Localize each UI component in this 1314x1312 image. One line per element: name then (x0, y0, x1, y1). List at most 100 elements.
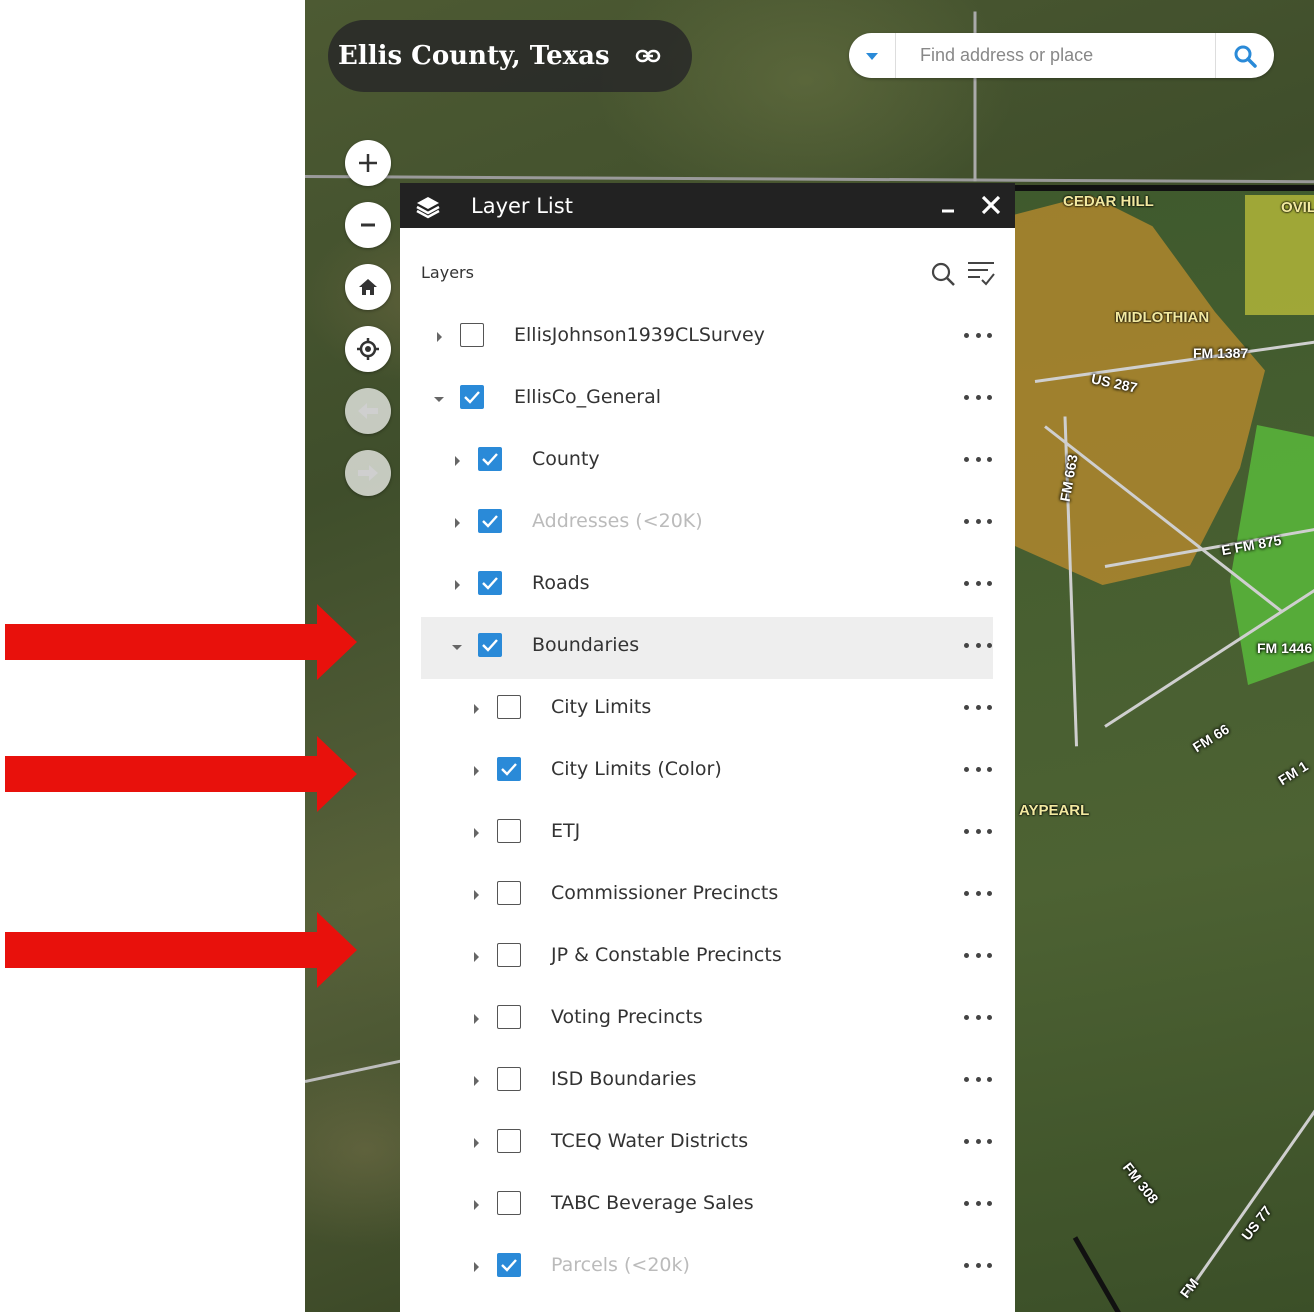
layer-label: TABC Beverage Sales (551, 1192, 754, 1214)
caret-right-icon[interactable] (431, 329, 447, 345)
search-input[interactable] (896, 34, 1215, 77)
layer-row[interactable]: Voting Precincts (421, 989, 993, 1051)
zoom-out-button[interactable] (345, 202, 391, 248)
caret-right-icon[interactable] (449, 515, 465, 531)
layer-visibility-checkbox[interactable] (497, 1067, 521, 1091)
search-source-dropdown[interactable] (849, 33, 896, 78)
layer-row[interactable]: TABC Beverage Sales (421, 1175, 993, 1237)
layer-visibility-checkbox[interactable] (497, 1129, 521, 1153)
caret-right-icon[interactable] (468, 1197, 484, 1213)
more-icon[interactable] (964, 325, 992, 345)
more-icon[interactable] (964, 759, 992, 779)
layer-label: JP & Constable Precincts (551, 944, 782, 966)
more-icon[interactable] (964, 1007, 992, 1027)
search-icon (931, 262, 955, 286)
caret-down-icon[interactable] (431, 391, 447, 407)
layer-row[interactable]: Roads (421, 555, 993, 617)
app-title: Ellis County, Texas (338, 41, 610, 71)
more-icon[interactable] (964, 1069, 992, 1089)
search-button[interactable] (1215, 33, 1274, 78)
layer-visibility-checkbox[interactable] (478, 571, 502, 595)
layer-visibility-checkbox[interactable] (478, 509, 502, 533)
next-extent-button[interactable] (345, 450, 391, 496)
layer-row[interactable]: EllisCo_General (421, 369, 993, 431)
layer-row[interactable]: TCEQ Water Districts (421, 1113, 993, 1175)
layer-list-title: Layer List (471, 193, 573, 218)
more-icon[interactable] (964, 573, 992, 593)
layer-label: ISD Boundaries (551, 1068, 697, 1090)
layer-visibility-checkbox[interactable] (460, 385, 484, 409)
minimize-button[interactable] (937, 193, 959, 217)
layer-list-header: Layer List (400, 183, 1015, 228)
zoom-in-button[interactable] (345, 140, 391, 186)
layer-visibility-checkbox[interactable] (497, 881, 521, 905)
layer-visibility-checkbox[interactable] (478, 447, 502, 471)
more-icon[interactable] (964, 883, 992, 903)
caret-right-icon[interactable] (468, 949, 484, 965)
layer-row[interactable]: Addresses (<20K) (421, 493, 993, 555)
caret-right-icon[interactable] (468, 825, 484, 841)
layer-row[interactable]: City Limits (421, 679, 993, 741)
caret-right-icon[interactable] (468, 763, 484, 779)
layer-row[interactable]: Boundaries (421, 617, 993, 679)
more-icon[interactable] (964, 449, 992, 469)
link-icon[interactable] (634, 42, 662, 70)
layer-label: TCEQ Water Districts (551, 1130, 749, 1152)
layer-visibility-checkbox[interactable] (478, 633, 502, 657)
layer-search-button[interactable] (930, 261, 956, 291)
map-label-midlothian: MIDLOTHIAN (1115, 309, 1210, 326)
caret-down-icon[interactable] (449, 639, 465, 655)
layer-row[interactable]: JP & Constable Precincts (421, 927, 993, 989)
map-label-fm308: FM 308 (1119, 1159, 1162, 1207)
caret-right-icon[interactable] (449, 453, 465, 469)
more-icon[interactable] (964, 1255, 992, 1275)
caret-right-icon[interactable] (468, 1259, 484, 1275)
more-icon[interactable] (964, 511, 992, 531)
more-icon[interactable] (964, 1193, 992, 1213)
filter-icon (968, 262, 995, 286)
home-icon (359, 279, 377, 295)
close-button[interactable] (978, 192, 1004, 218)
layer-visibility-checkbox[interactable] (497, 1253, 521, 1277)
more-icon[interactable] (964, 387, 992, 407)
map-road (305, 1059, 404, 1083)
more-icon[interactable] (964, 1131, 992, 1151)
layer-label: Parcels (<20k) (551, 1254, 690, 1276)
layer-visibility-checkbox[interactable] (497, 1191, 521, 1215)
layer-visibility-checkbox[interactable] (497, 695, 521, 719)
layer-label: City Limits (551, 696, 652, 718)
plus-icon (359, 154, 377, 172)
layer-row[interactable]: County (421, 431, 993, 493)
layer-visibility-checkbox[interactable] (497, 819, 521, 843)
more-icon[interactable] (964, 821, 992, 841)
layer-row[interactable]: Parcels (<20k) (421, 1237, 993, 1299)
layer-options-button[interactable] (966, 259, 996, 291)
caret-right-icon[interactable] (468, 887, 484, 903)
layer-list-panel: Layer List Layers EllisJohnson1939CLSurv… (400, 183, 1015, 1312)
map-label-fm1387: FM 1387 (1193, 345, 1249, 361)
layer-row[interactable]: EllisJohnson1939CLSurvey (421, 307, 993, 369)
layer-row[interactable]: Commissioner Precincts (421, 865, 993, 927)
layer-row[interactable]: City Limits (Color) (421, 741, 993, 803)
more-icon[interactable] (964, 697, 992, 717)
previous-extent-button[interactable] (345, 388, 391, 434)
layer-visibility-checkbox[interactable] (497, 757, 521, 781)
caret-right-icon[interactable] (468, 1073, 484, 1089)
more-icon[interactable] (964, 635, 992, 655)
layer-visibility-checkbox[interactable] (460, 323, 484, 347)
home-button[interactable] (345, 264, 391, 310)
layer-row[interactable]: ETJ (421, 803, 993, 865)
more-icon[interactable] (964, 945, 992, 965)
layer-visibility-checkbox[interactable] (497, 943, 521, 967)
layer-row[interactable]: ISD Boundaries (421, 1051, 993, 1113)
locate-button[interactable] (345, 326, 391, 372)
caret-right-icon[interactable] (449, 577, 465, 593)
map-label-ovil: OVIL (1281, 199, 1314, 216)
caret-right-icon[interactable] (468, 1135, 484, 1151)
minus-icon (361, 223, 375, 227)
caret-right-icon[interactable] (468, 1011, 484, 1027)
caret-right-icon[interactable] (468, 701, 484, 717)
layer-visibility-checkbox[interactable] (497, 1005, 521, 1029)
map-label-cedar-hill: CEDAR HILL (1063, 193, 1154, 210)
layer-label: Boundaries (532, 634, 640, 656)
